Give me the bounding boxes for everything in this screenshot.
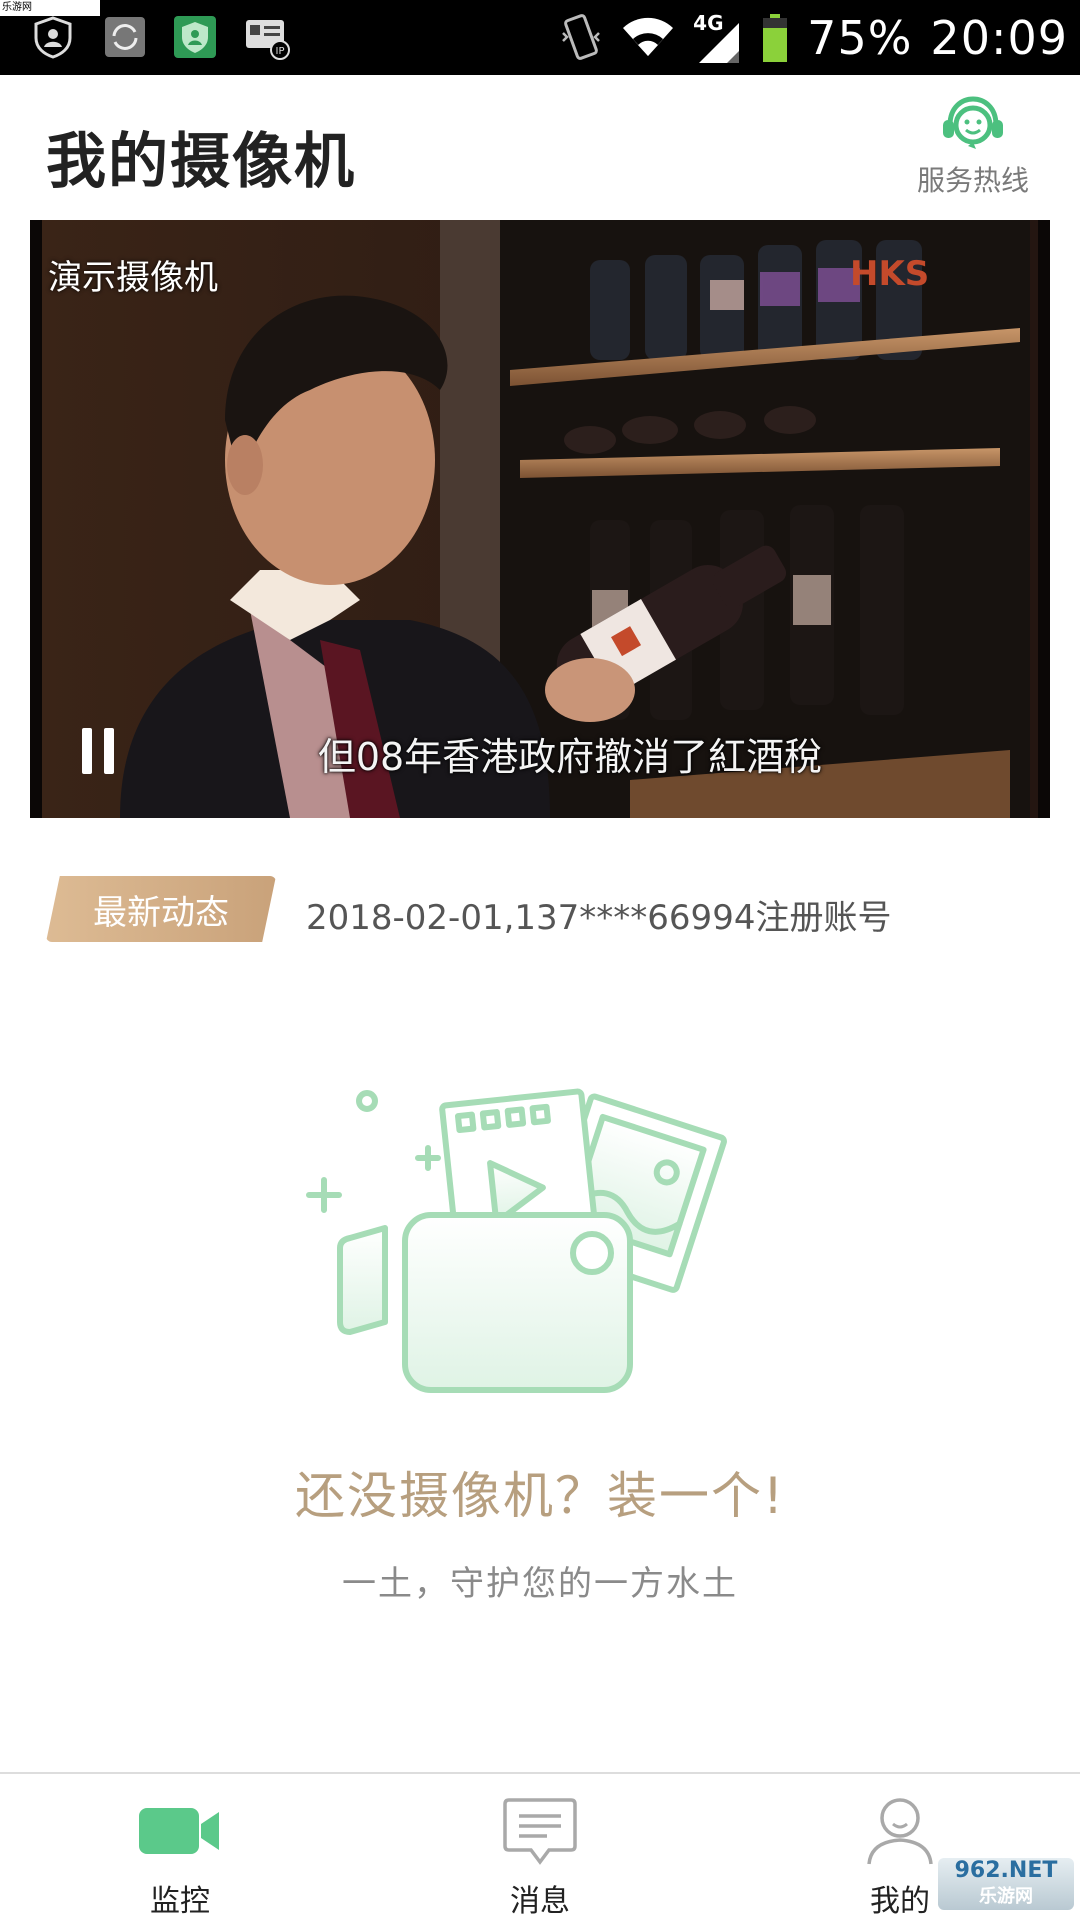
bottom-navigation: 监控 消息 我的 962.NET 乐游网: [0, 1772, 1080, 1920]
page-title: 我的摄像机: [46, 127, 356, 197]
pause-button[interactable]: [74, 722, 124, 782]
status-indicators: 4G 75% 20:09: [559, 0, 1068, 75]
headset-support-icon: [943, 96, 1003, 149]
signal-bars-icon: [699, 22, 740, 63]
empty-state-subtitle: 一土，守护您的一方水土: [342, 1564, 738, 1604]
message-icon: [503, 1798, 577, 1865]
tab-monitor-label: 监控: [150, 1884, 210, 1919]
header: 我的摄像机 服务热线: [0, 75, 1080, 220]
watermark-brand: 962.NET: [954, 1858, 1058, 1883]
channel-logo: HKS: [850, 254, 929, 294]
tab-messages[interactable]: 消息: [440, 1774, 640, 1920]
wifi-icon: [623, 17, 674, 56]
video-subtitle: 但08年香港政府撤消了紅酒稅: [317, 735, 823, 779]
empty-state-title: 还没摄像机？装一个!: [294, 1467, 786, 1525]
watermark-name: 乐游网: [979, 1886, 1033, 1907]
svg-text:IP: IP: [276, 46, 285, 57]
user-icon: [867, 1798, 933, 1865]
service-hotline-button[interactable]: 服务热线: [908, 93, 1038, 208]
tab-messages-label: 消息: [510, 1884, 570, 1919]
status-bar: 乐游网 www.962.net IP 4G 75% 20:09: [0, 0, 1080, 75]
cell-signal: 4G: [693, 11, 743, 65]
vibrate-icon: [562, 13, 601, 60]
latest-news-text: 2018-02-01,137****66994注册账号: [306, 898, 892, 938]
corner-watermark: 962.NET 乐游网: [938, 1858, 1074, 1910]
pause-bar-left: [82, 728, 92, 774]
camera-video-player[interactable]: HKS 演示摄像机 但08年香港政府撤消了紅酒稅: [30, 220, 1050, 818]
sync-icon: [105, 17, 145, 57]
camera-name-label: 演示摄像机: [48, 258, 218, 298]
no-camera-illustration-icon: [306, 1088, 727, 1393]
ip-card-icon: IP: [246, 20, 290, 60]
pause-bar-right: [104, 728, 114, 774]
security-shield-icon: [34, 16, 72, 59]
tab-monitor[interactable]: 监控: [80, 1774, 280, 1920]
battery-percent: 75%: [807, 10, 913, 65]
guard-app-icon: [174, 16, 216, 58]
hotline-label: 服务热线: [916, 164, 1029, 197]
latest-news-badge: 最新动态: [46, 876, 276, 942]
camera-icon: [139, 1808, 219, 1854]
battery-icon: [763, 13, 788, 62]
latest-news-bar: 最新动态 2018-02-01,137****66994注册账号: [46, 876, 1046, 946]
clock: 20:09: [930, 10, 1068, 65]
